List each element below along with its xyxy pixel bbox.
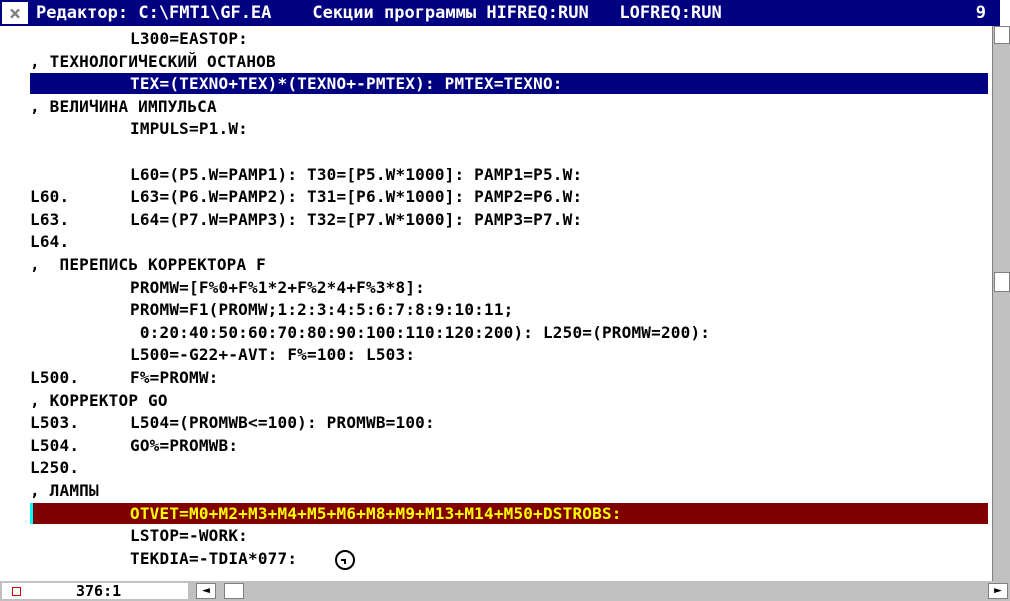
line-label: L250. xyxy=(30,458,80,478)
code-line[interactable]: TEKDIA=-TDIA*077: xyxy=(0,548,992,569)
line-code: LSTOP=-WORK: xyxy=(130,526,248,546)
line-label: L63. xyxy=(30,209,70,229)
code-line[interactable]: L500. F%=PROMW: xyxy=(0,367,992,388)
vertical-scroll-thumb[interactable] xyxy=(994,272,1010,292)
line-code: OTVET=M0+M2+M3+M4+M5+M6+M8+M9+M13+M14+M5… xyxy=(130,503,622,523)
line-comment: , КОРРЕКТОР GO xyxy=(30,390,168,410)
line-code: L64=(P7.W=PAMP3): T32=[P7.W*1000]: PAMP3… xyxy=(130,209,583,229)
close-icon[interactable]: × xyxy=(2,2,28,24)
cursor-position: 376:1 xyxy=(48,583,188,599)
line-label: L64. xyxy=(30,232,70,252)
text-cursor xyxy=(30,502,33,524)
status-bar: 376:1 ◄ ► xyxy=(0,581,1010,601)
line-code: L300=EASTOP: xyxy=(130,29,248,48)
code-line[interactable]: LSTOP=-WORK: xyxy=(0,525,992,546)
code-line[interactable] xyxy=(0,141,992,162)
line-label: L500. xyxy=(30,368,80,387)
code-line[interactable]: , ПЕРЕПИСЬ КОРРЕКТОРА F xyxy=(0,254,992,275)
modified-indicator xyxy=(2,583,48,599)
code-line[interactable]: , ЛАМПЫ xyxy=(0,480,992,501)
line-label: L60. xyxy=(30,187,70,207)
window-number: 9 xyxy=(975,3,986,23)
code-line[interactable]: , КОРРЕКТОР GO xyxy=(0,390,992,411)
line-code: L504=(PROMWB<=100): PROMWB=100: xyxy=(130,413,435,433)
line-code: TEKDIA=-TDIA*077: xyxy=(130,548,298,568)
code-line[interactable]: IMPULS=P1.W: xyxy=(0,118,992,139)
code-line[interactable]: L60. L63=(P6.W=PAMP2): T31=[P6.W*1000]: P… xyxy=(0,186,992,207)
scroll-left-button[interactable]: ◄ xyxy=(196,583,216,599)
line-code: F%=PROMW: xyxy=(130,368,219,387)
code-line[interactable]: PROMW=F1(PROMW;1:2:3:4:5:6:7:8:9:10:11; xyxy=(0,299,992,320)
window-title: Редактор: C:\FMT1\GF.EA Секции программы… xyxy=(36,3,722,23)
line-comment: , ТЕХНОЛОГИЧЕСКИЙ ОСТАНОВ xyxy=(30,51,276,71)
mouse-cursor-icon xyxy=(335,550,355,570)
scroll-corner xyxy=(1000,0,1010,26)
code-line[interactable]: L64. xyxy=(0,231,992,252)
line-label: L503. xyxy=(30,413,80,433)
code-line[interactable]: , ВЕЛИЧИНА ИМПУЛЬСА xyxy=(0,96,992,117)
code-line[interactable]: L504. GO%=PROMWB: xyxy=(0,435,992,456)
line-code: GO%=PROMWB: xyxy=(130,435,239,455)
code-line[interactable]: L63. L64=(P7.W=PAMP3): T32=[P7.W*1000]: P… xyxy=(0,209,992,230)
code-line[interactable]: PROMW=[F%0+F%1*2+F%2*4+F%3*8]: xyxy=(0,277,992,298)
line-label: L504. xyxy=(30,435,80,455)
line-code: 0:20:40:50:60:70:80:90:100:110:120:200):… xyxy=(130,322,711,342)
code-line[interactable]: L60=(P5.W=PAMP1): T30=[P5.W*1000]: PAMP1… xyxy=(0,164,992,185)
line-comment: , ЛАМПЫ xyxy=(30,481,99,500)
vertical-scrollbar[interactable] xyxy=(992,26,1010,581)
square-icon xyxy=(12,587,21,596)
line-code: L500=-G22+-AVT: F%=100: L503: xyxy=(130,345,416,365)
code-line[interactable]: 0:20:40:50:60:70:80:90:100:110:120:200):… xyxy=(0,322,992,343)
cursor-position-text: 376:1 xyxy=(76,582,122,600)
code-line[interactable]: OTVET=M0+M2+M3+M4+M5+M6+M8+M9+M13+M14+M5… xyxy=(30,502,988,524)
code-line[interactable]: L500=-G22+-AVT: F%=100: L503: xyxy=(0,344,992,365)
line-code: PROMW=[F%0+F%1*2+F%2*4+F%3*8]: xyxy=(130,277,425,297)
horizontal-scroll-thumb[interactable] xyxy=(224,583,244,599)
title-bar: × Редактор: C:\FMT1\GF.EA Секции програм… xyxy=(0,0,1000,26)
line-code: PROMW=F1(PROMW;1:2:3:4:5:6:7:8:9:10:11; xyxy=(130,300,514,320)
code-line[interactable]: L250. xyxy=(0,457,992,478)
line-code: L60=(P5.W=PAMP1): T30=[P5.W*1000]: PAMP1… xyxy=(130,164,583,184)
code-line[interactable]: L300=EASTOP: xyxy=(0,28,992,49)
scroll-up-button[interactable] xyxy=(994,26,1010,44)
line-code: TEX=(TEXNO+TEX)*(TEXNO+-PMTEX): PMTEX=TE… xyxy=(130,74,563,94)
code-line[interactable]: L503. L504=(PROMWB<=100): PROMWB=100: xyxy=(0,412,992,433)
code-line[interactable]: , ТЕХНОЛОГИЧЕСКИЙ ОСТАНОВ xyxy=(0,51,992,72)
code-editor[interactable]: L300=EASTOP: , ТЕХНОЛОГИЧЕСКИЙ ОСТАНОВ TEX… xyxy=(0,26,992,581)
line-comment: , ПЕРЕПИСЬ КОРРЕКТОРА F xyxy=(30,255,266,274)
line-comment: , ВЕЛИЧИНА ИМПУЛЬСА xyxy=(30,96,217,116)
scroll-right-button[interactable]: ► xyxy=(988,583,1008,599)
editor-window: × Редактор: C:\FMT1\GF.EA Секции програм… xyxy=(0,0,1010,601)
line-code: L63=(P6.W=PAMP2): T31=[P6.W*1000]: PAMP2… xyxy=(130,187,583,207)
code-line[interactable]: TEX=(TEXNO+TEX)*(TEXNO+-PMTEX): PMTEX=TE… xyxy=(30,73,988,95)
line-code: IMPULS=P1.W: xyxy=(130,119,248,139)
